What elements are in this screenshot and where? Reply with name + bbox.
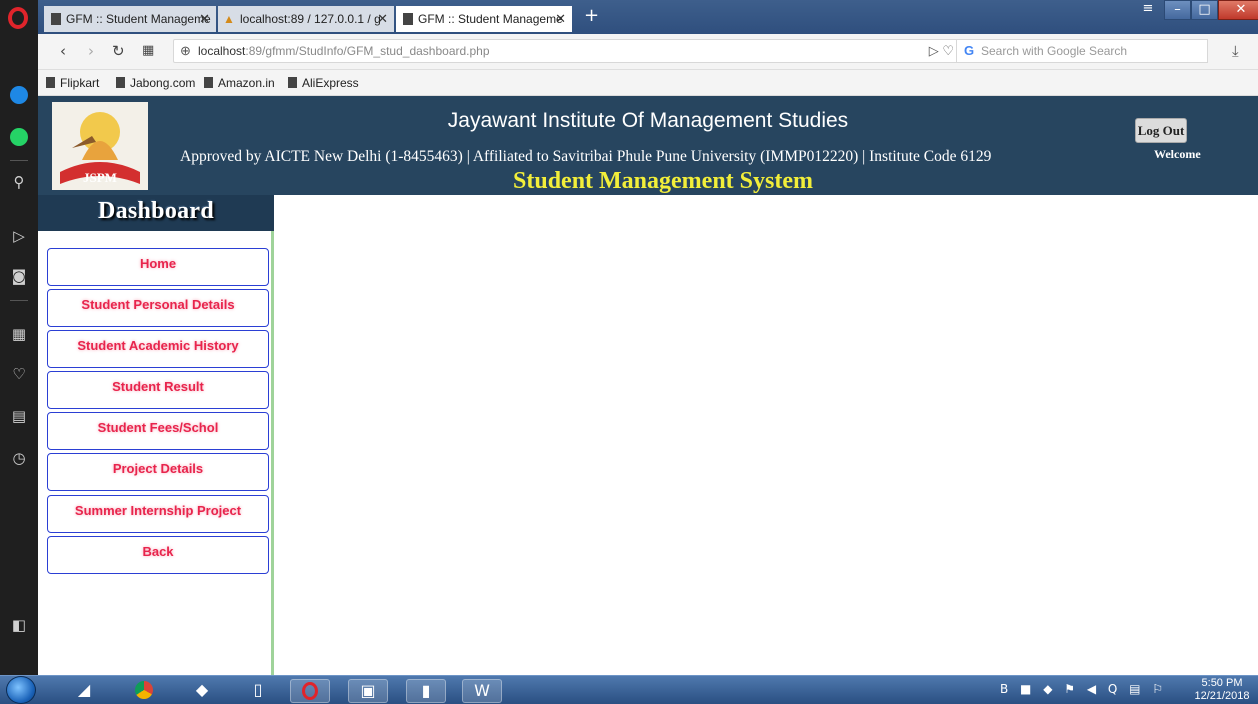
download-icon[interactable]: ⤓ [1232, 42, 1239, 60]
app-icon[interactable]: ◢ [64, 679, 104, 703]
browser-menu-icon[interactable]: ≡ [1138, 0, 1158, 20]
google-icon: G [964, 43, 975, 58]
history-clock-icon[interactable]: ◷ [0, 448, 38, 468]
sidebar-item-project-details[interactable]: Project Details [47, 453, 269, 491]
new-tab-button[interactable]: + [584, 5, 599, 26]
notepad-icon[interactable]: ▯ [238, 679, 278, 703]
phpmyadmin-icon: ▲ [223, 12, 235, 26]
dashboard-heading: Dashboard [38, 195, 274, 231]
close-tab-icon[interactable]: ✕ [555, 11, 566, 27]
sidebar-item-back[interactable]: Back [47, 536, 269, 574]
document-icon [46, 77, 55, 88]
bookmark-jabong[interactable]: Jabong.com [114, 76, 195, 90]
tab-phpmyadmin[interactable]: ▲ localhost:89 / 127.0.0.1 / g ✕ [218, 6, 394, 32]
sidebar-toggle-icon[interactable]: ◧ [0, 615, 38, 635]
document-icon [288, 77, 297, 88]
opera-taskbar-icon[interactable] [290, 679, 330, 703]
address-bar-row: ‹ › ↻ ▦ ⊕ localhost:89/gfmm/StudInfo/GFM… [38, 34, 1258, 70]
url-input[interactable]: ⊕ localhost:89/gfmm/StudInfo/GFM_stud_da… [173, 39, 963, 63]
sidebar-item-fees[interactable]: Student Fees/Schol [47, 412, 269, 450]
document-icon [116, 77, 125, 88]
document-icon [204, 77, 213, 88]
maximize-button[interactable]: □ [1191, 0, 1218, 20]
bookmarks-bar: Flipkart Jabong.com Amazon.in AliExpress [38, 70, 1258, 96]
institute-subtitle: Approved by AICTE New Delhi (1-8455463) … [180, 148, 992, 165]
globe-icon: ⊕ [180, 43, 191, 58]
bookmark-flipkart[interactable]: Flipkart [44, 76, 99, 90]
search-input[interactable]: G Search with Google Search [956, 39, 1208, 63]
sidebar-item-summer-internship[interactable]: Summer Internship Project [47, 495, 269, 533]
tab-gfm-1[interactable]: GFM :: Student Manageme ✕ [44, 6, 216, 32]
whatsapp-icon[interactable] [0, 128, 38, 151]
close-tab-icon[interactable]: ✕ [377, 11, 388, 27]
sidebar-item-result[interactable]: Student Result [47, 371, 269, 409]
document-icon [51, 13, 61, 25]
document-icon [403, 13, 413, 25]
camera-icon[interactable]: ◙ [0, 266, 38, 286]
back-arrow-icon[interactable]: ‹ [60, 42, 66, 60]
tab-gfm-active[interactable]: GFM :: Student Manageme ✕ [396, 6, 572, 32]
reload-icon[interactable]: ↻ [112, 42, 125, 60]
speed-dial-icon[interactable]: ▦ [142, 43, 154, 58]
python-icon[interactable]: ◆ [182, 679, 222, 703]
speed-dial-icon[interactable]: ▦ [0, 324, 38, 344]
bookmark-aliexpress[interactable]: AliExpress [286, 76, 359, 90]
windows-taskbar: ◢ ◆ ▯ ▣ ▮ W B ■ ◆ ⚑ ◀ Q ▤ ⚐ 5:50 PM 12/2… [0, 675, 1258, 704]
welcome-text: Welcome [1154, 147, 1201, 161]
dashboard-sidebar: Dashboard Home Student Personal Details … [38, 195, 274, 675]
minimize-button[interactable]: – [1164, 0, 1191, 20]
site-header: JSPM Jayawant Institute Of Management St… [38, 96, 1258, 195]
close-tab-icon[interactable]: ✕ [199, 11, 210, 27]
send-heart-icons[interactable]: ▷ ♡ [929, 43, 954, 59]
heart-icon[interactable]: ♡ [0, 364, 38, 384]
sidebar-item-home[interactable]: Home [47, 248, 269, 286]
close-window-button[interactable]: ✕ [1218, 0, 1258, 20]
messenger-icon[interactable] [0, 86, 38, 109]
sidebar-item-personal-details[interactable]: Student Personal Details [47, 289, 269, 327]
system-title: Student Management System [513, 168, 813, 194]
tab-bar: GFM :: Student Manageme ✕ ▲ localhost:89… [38, 0, 1258, 34]
monitor-icon[interactable]: ▣ [348, 679, 388, 703]
institute-title: Jayawant Institute Of Management Studies [447, 109, 849, 132]
chrome-icon[interactable] [124, 679, 164, 703]
opera-logo-icon[interactable] [8, 7, 28, 29]
bookmark-amazon[interactable]: Amazon.in [202, 76, 275, 90]
logout-button[interactable]: Log Out [1135, 118, 1187, 143]
sidebar-item-academic-history[interactable]: Student Academic History [47, 330, 269, 368]
word-icon[interactable]: W [462, 679, 502, 703]
start-button[interactable] [6, 676, 36, 704]
folder-icon[interactable]: ▮ [406, 679, 446, 703]
system-tray-icons[interactable]: B ■ ◆ ⚑ ◀ Q ▤ ⚐ [1000, 682, 1167, 696]
search-icon[interactable]: ⚲ [0, 172, 38, 192]
opera-sidebar: ⚲ ▷ ◙ ▦ ♡ ▤ ◷ ◧ [0, 0, 38, 675]
forward-arrow-icon[interactable]: › [88, 42, 94, 60]
send-icon[interactable]: ▷ [0, 226, 38, 246]
news-icon[interactable]: ▤ [0, 406, 38, 426]
taskbar-clock[interactable]: 5:50 PM 12/21/2018 [1194, 677, 1250, 703]
